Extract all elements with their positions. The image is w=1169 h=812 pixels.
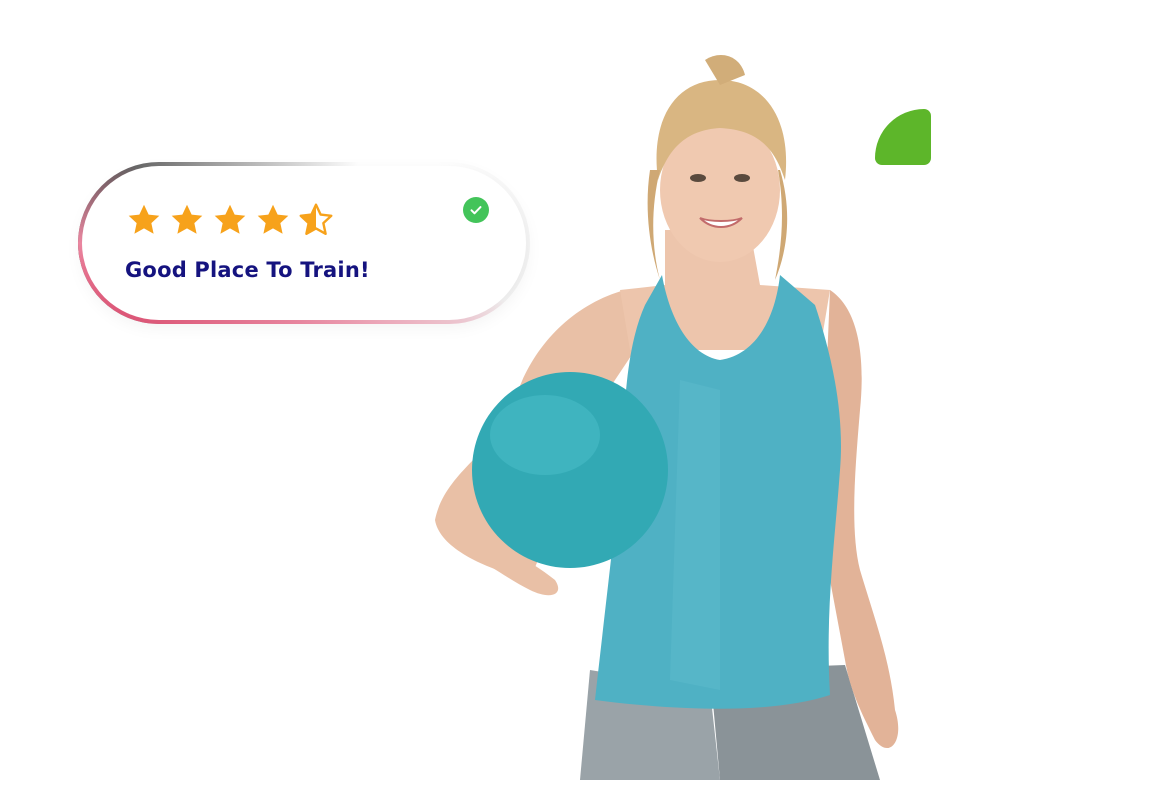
review-text: Good Place To Train! <box>125 258 370 282</box>
star-icon <box>128 204 160 234</box>
star-icon <box>171 204 203 234</box>
half-star-icon <box>299 203 333 235</box>
star-icon <box>214 204 246 234</box>
star-icon <box>257 204 289 234</box>
fitness-woman-image <box>435 55 899 780</box>
star-rating <box>126 202 334 238</box>
